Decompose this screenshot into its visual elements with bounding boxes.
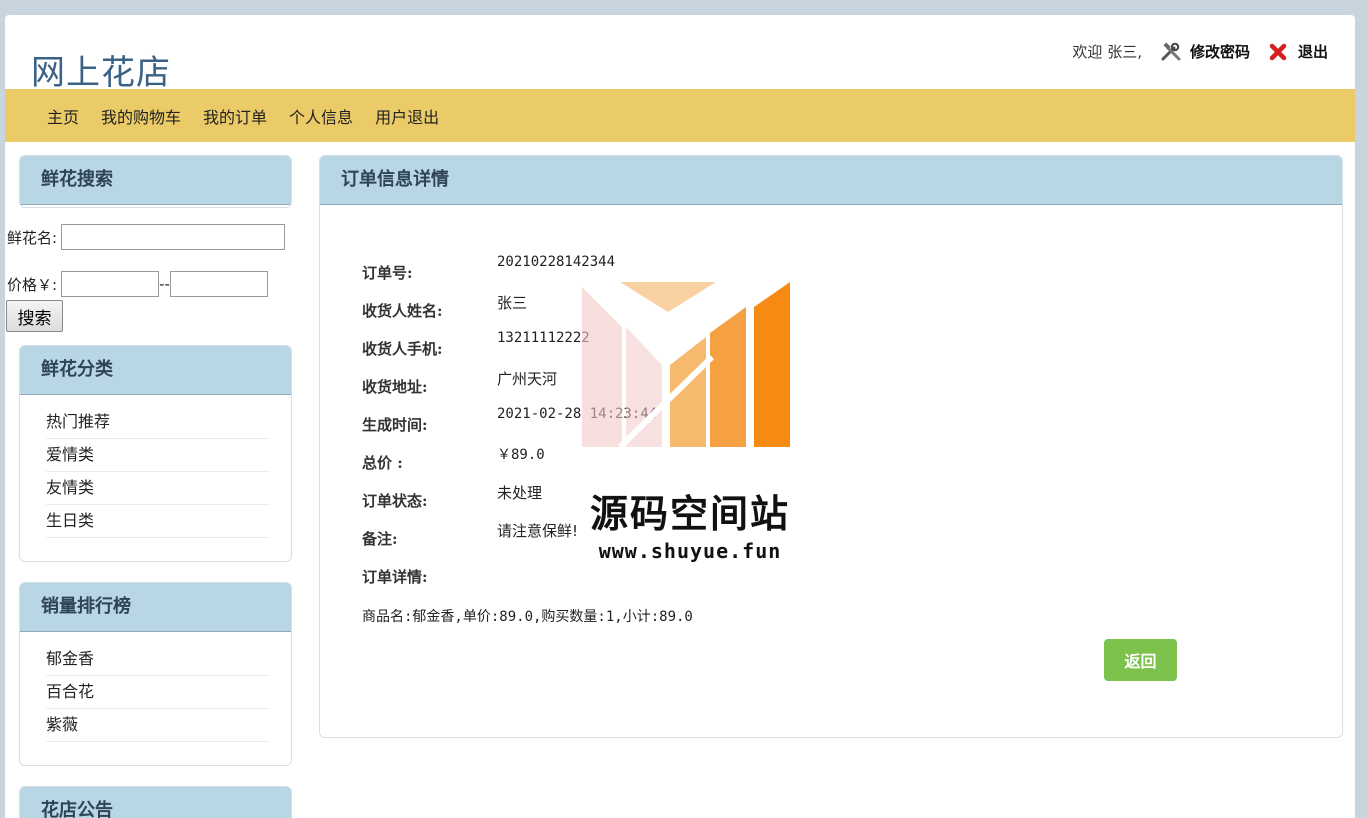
field-label: 收货人姓名: (362, 302, 443, 320)
nav-cart[interactable]: 我的购物车 (101, 104, 181, 128)
order-goods-line: 商品名:郁金香,单价:89.0,购买数量:1,小计:89.0 (362, 609, 693, 625)
price-label: 价格￥: (7, 275, 58, 294)
price-max-input[interactable] (169, 271, 268, 297)
notice-panel: 花店公告 (19, 786, 292, 818)
receiver-name-row: 收货人姓名: 张三 (362, 292, 862, 330)
category-panel: 鲜花分类 热门推荐 爱情类 友情类 生日类 (19, 345, 292, 562)
total-price-value: ￥89.0 (497, 447, 545, 463)
logout-link[interactable]: 退出 (1268, 41, 1328, 62)
receiver-name-value: 张三 (497, 294, 528, 312)
order-number-value: 20210228142344 (497, 254, 616, 270)
ranking-item[interactable]: 郁金香 (46, 643, 270, 676)
category-item[interactable]: 友情类 (46, 472, 270, 505)
ranking-panel-title: 销量排行榜 (20, 583, 291, 632)
nav-profile[interactable]: 个人信息 (289, 104, 353, 128)
site-title: 网上花店 (31, 53, 171, 93)
close-icon (1268, 42, 1290, 62)
change-password-link[interactable]: 修改密码 (1160, 41, 1250, 62)
main-nav: 主页 我的购物车 我的订单 个人信息 用户退出 (5, 89, 1355, 142)
created-time-value: 2021-02-28 14:23:44 (497, 406, 658, 422)
order-status-row: 订单状态: 未处理 (362, 482, 862, 520)
category-list: 热门推荐 爱情类 友情类 生日类 (46, 406, 270, 538)
ranking-item[interactable]: 紫薇 (46, 709, 270, 742)
order-number-row: 订单号: 20210228142344 (362, 254, 862, 292)
category-item[interactable]: 热门推荐 (46, 406, 270, 439)
field-label: 收货人手机: (362, 340, 443, 358)
price-min-input[interactable] (61, 271, 160, 297)
address-value: 广州天河 (497, 370, 558, 388)
field-label: 总价 : (362, 454, 403, 472)
nav-orders[interactable]: 我的订单 (203, 104, 267, 128)
search-panel: 鲜花搜索 (19, 155, 292, 208)
total-price-row: 总价 : ￥89.0 (362, 444, 862, 482)
change-password-label: 修改密码 (1189, 43, 1250, 61)
nav-logout[interactable]: 用户退出 (375, 104, 439, 128)
field-label: 订单状态: (362, 492, 428, 510)
category-panel-title: 鲜花分类 (20, 346, 291, 395)
receiver-phone-row: 收货人手机: 13211112222 (362, 330, 862, 368)
welcome-text: 欢迎 张三, (1072, 43, 1142, 61)
flower-name-input[interactable] (61, 224, 286, 250)
top-user-bar: 欢迎 张三, 修改密码 退出 (1072, 41, 1328, 62)
created-time-row: 生成时间: 2021-02-28 14:23:44 (362, 406, 862, 444)
tools-icon (1160, 41, 1182, 62)
back-button[interactable]: 返回 (1104, 639, 1177, 681)
order-status-value: 未处理 (497, 484, 543, 502)
search-button[interactable]: 搜索 (6, 300, 63, 332)
field-label: 备注: (362, 530, 398, 548)
field-label: 订单号: (362, 264, 413, 282)
search-panel-title: 鲜花搜索 (20, 156, 291, 205)
category-item[interactable]: 生日类 (46, 505, 270, 538)
nav-home[interactable]: 主页 (47, 104, 79, 128)
notice-panel-title: 花店公告 (20, 787, 291, 818)
address-row: 收货地址: 广州天河 (362, 368, 862, 406)
order-items-row: 订单详情: (362, 558, 862, 596)
ranking-item[interactable]: 百合花 (46, 676, 270, 709)
logout-label: 退出 (1297, 43, 1328, 61)
field-label: 生成时间: (362, 416, 428, 434)
flower-name-label: 鲜花名: (7, 228, 58, 247)
category-item[interactable]: 爱情类 (46, 439, 270, 472)
price-separator: -- (159, 275, 170, 293)
order-detail-panel: 订单信息详情 订单号: 20210228142344 收货人姓名: 张三 收货人… (319, 155, 1343, 738)
ranking-panel: 销量排行榜 郁金香 百合花 紫薇 (19, 582, 292, 766)
field-label: 订单详情: (362, 568, 428, 586)
remark-row: 备注: 请注意保鲜! (362, 520, 862, 558)
remark-value: 请注意保鲜! (497, 522, 579, 540)
order-detail-title: 订单信息详情 (320, 156, 1342, 205)
page-frame: 网上花店 欢迎 张三, 修改密码 退出 主页 我的购物车 我的订单 个人信息 用… (5, 15, 1355, 818)
ranking-list: 郁金香 百合花 紫薇 (46, 643, 270, 742)
receiver-phone-value: 13211112222 (497, 330, 590, 346)
field-label: 收货地址: (362, 378, 428, 396)
